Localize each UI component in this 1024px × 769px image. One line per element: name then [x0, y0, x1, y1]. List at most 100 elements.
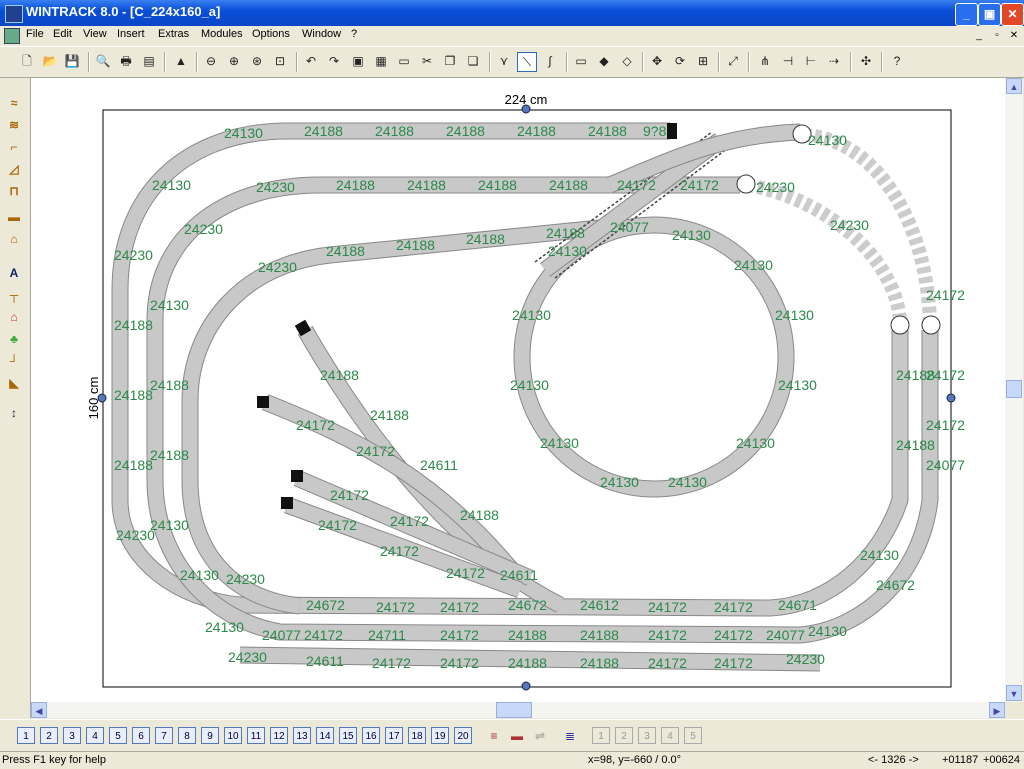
contour-icon[interactable]: ┘ [5, 352, 23, 370]
layers-icon[interactable]: ≡ [485, 727, 503, 745]
layer-button-11[interactable]: 11 [247, 727, 265, 744]
flex-icon[interactable]: ∫ [541, 52, 559, 70]
duplicate-icon[interactable]: ❐ [441, 52, 459, 70]
layer-button-10[interactable]: 10 [224, 727, 242, 744]
layer-button-17[interactable]: 17 [385, 727, 403, 744]
vertical-scroll-thumb[interactable] [1006, 380, 1022, 398]
new-icon[interactable]: 🗋 [18, 52, 36, 70]
signal-icon[interactable]: ┬ [5, 286, 23, 304]
maximize-button[interactable]: ▣ [978, 3, 1001, 26]
copy-icon[interactable]: ▣ [349, 52, 367, 70]
layer-button-5[interactable]: 5 [109, 727, 127, 744]
text-icon[interactable]: A [5, 264, 23, 282]
layer-button-20[interactable]: 20 [454, 727, 472, 744]
layer-button-9[interactable]: 9 [201, 727, 219, 744]
cross-icon[interactable]: ⋎ [495, 52, 513, 70]
sublayer-button-5[interactable]: 5 [684, 727, 702, 744]
house-icon[interactable]: ⌂ [5, 308, 23, 326]
split-icon[interactable]: ◇ [618, 52, 636, 70]
landscape-edit-icon[interactable]: ◣ [5, 374, 23, 392]
tunnel-icon[interactable]: ⊓ [5, 182, 23, 200]
minimize-button[interactable]: _ [955, 3, 978, 26]
layer-button-13[interactable]: 13 [293, 727, 311, 744]
sublayer-button-2[interactable]: 2 [615, 727, 633, 744]
undo-icon[interactable]: ↶ [302, 52, 320, 70]
menu-help[interactable]: ? [351, 28, 357, 40]
menu-options[interactable]: Options [252, 28, 290, 40]
layer-down-icon[interactable]: ⇌ [531, 727, 549, 745]
menu-edit[interactable]: Edit [53, 28, 72, 40]
bridge-icon[interactable]: ⌐ [5, 138, 23, 156]
open-icon[interactable]: 📂 [41, 52, 59, 70]
layer-button-7[interactable]: 7 [155, 727, 173, 744]
rotate-icon[interactable]: ⟳ [671, 52, 689, 70]
layer-button-16[interactable]: 16 [362, 727, 380, 744]
zoom-in-icon[interactable]: ⊕ [225, 52, 243, 70]
scroll-left-arrow[interactable]: ◀ [31, 702, 47, 718]
print-preview-icon[interactable]: 🔍 [94, 52, 112, 70]
layer-button-3[interactable]: 3 [63, 727, 81, 744]
menu-window[interactable]: Window [302, 28, 341, 40]
layer-button-19[interactable]: 19 [431, 727, 449, 744]
layer-button-4[interactable]: 4 [86, 727, 104, 744]
sublayer-button-1[interactable]: 1 [592, 727, 610, 744]
calculator-icon[interactable]: ▤ [140, 52, 158, 70]
menu-extras[interactable]: Extras [158, 28, 189, 40]
arrow-icon[interactable]: ⊢ [802, 52, 820, 70]
menu-modules[interactable]: Modules [201, 28, 243, 40]
cut-icon[interactable]: ✂ [418, 52, 436, 70]
stack-icon[interactable]: ❏ [464, 52, 482, 70]
layer-button-1[interactable]: 1 [17, 727, 35, 744]
layer-button-14[interactable]: 14 [316, 727, 334, 744]
layer-button-6[interactable]: 6 [132, 727, 150, 744]
scroll-up-arrow[interactable]: ▲ [1006, 78, 1022, 94]
zoom-extents-icon[interactable]: ✣ [857, 52, 875, 70]
vertical-scrollbar[interactable]: ▲ ▼ [1005, 78, 1023, 702]
horizontal-scrollbar[interactable]: ◀ ▶ [31, 702, 1005, 718]
scroll-down-arrow[interactable]: ▼ [1006, 685, 1022, 701]
layer-button-15[interactable]: 15 [339, 727, 357, 744]
zoom-out-icon[interactable]: ⊖ [202, 52, 220, 70]
join-icon[interactable]: ◆ [595, 52, 613, 70]
line-icon[interactable]: ⊣ [779, 52, 797, 70]
height-icon[interactable]: ↕ [5, 404, 23, 422]
sublayer-button-4[interactable]: 4 [661, 727, 679, 744]
platform-icon[interactable]: ▬ [5, 208, 23, 226]
clipboard-icon[interactable]: ▭ [395, 52, 413, 70]
track-plan[interactable]: 224 cm 160 cm 24130 24188 24188 24188 24… [31, 78, 1005, 702]
snap-icon[interactable]: ⇢ [825, 52, 843, 70]
insert-track-icon[interactable]: ⊞ [694, 52, 712, 70]
document-icon[interactable] [4, 28, 20, 44]
layer-stack-icon[interactable]: ≣ [561, 727, 579, 745]
menu-file[interactable]: File [26, 28, 44, 40]
switch-alt-icon[interactable]: ⋔ [756, 52, 774, 70]
layer-button-2[interactable]: 2 [40, 727, 58, 744]
slope-icon[interactable]: ◿ [5, 160, 23, 178]
mdi-restore-button[interactable]: ▫ [990, 29, 1004, 42]
scroll-right-arrow[interactable]: ▶ [989, 702, 1005, 718]
landscape-icon[interactable]: ▲ [172, 52, 190, 70]
paste-icon[interactable]: ▦ [372, 52, 390, 70]
redo-icon[interactable]: ↷ [325, 52, 343, 70]
flex-track-alt-icon[interactable]: ≋ [5, 116, 23, 134]
move-icon[interactable]: ✥ [648, 52, 666, 70]
app-icon[interactable] [5, 5, 23, 23]
switch-icon[interactable]: ⤢ [724, 52, 742, 70]
close-button[interactable]: ✕ [1001, 3, 1024, 26]
layer-button-18[interactable]: 18 [408, 727, 426, 744]
zoom-fit-icon[interactable]: ⊛ [248, 52, 266, 70]
flex-track-icon[interactable]: ≈ [5, 94, 23, 112]
layer-up-icon[interactable]: ▬ [508, 727, 526, 745]
zoom-window-icon[interactable]: ⊡ [271, 52, 289, 70]
help-icon[interactable]: ? [888, 52, 906, 70]
mdi-minimize-button[interactable]: _ [972, 29, 986, 42]
grid-icon[interactable]: ▭ [572, 52, 590, 70]
print-icon[interactable]: 🖶 [117, 52, 135, 70]
mdi-close-button[interactable]: ✕ [1007, 29, 1021, 42]
tree-icon[interactable]: ♣ [5, 330, 23, 348]
layer-button-8[interactable]: 8 [178, 727, 196, 744]
layout-canvas[interactable]: 224 cm 160 cm 24130 24188 24188 24188 24… [31, 78, 1005, 702]
sublayer-button-3[interactable]: 3 [638, 727, 656, 744]
station-icon[interactable]: ⌂ [5, 230, 23, 248]
menu-insert[interactable]: Insert [117, 28, 145, 40]
